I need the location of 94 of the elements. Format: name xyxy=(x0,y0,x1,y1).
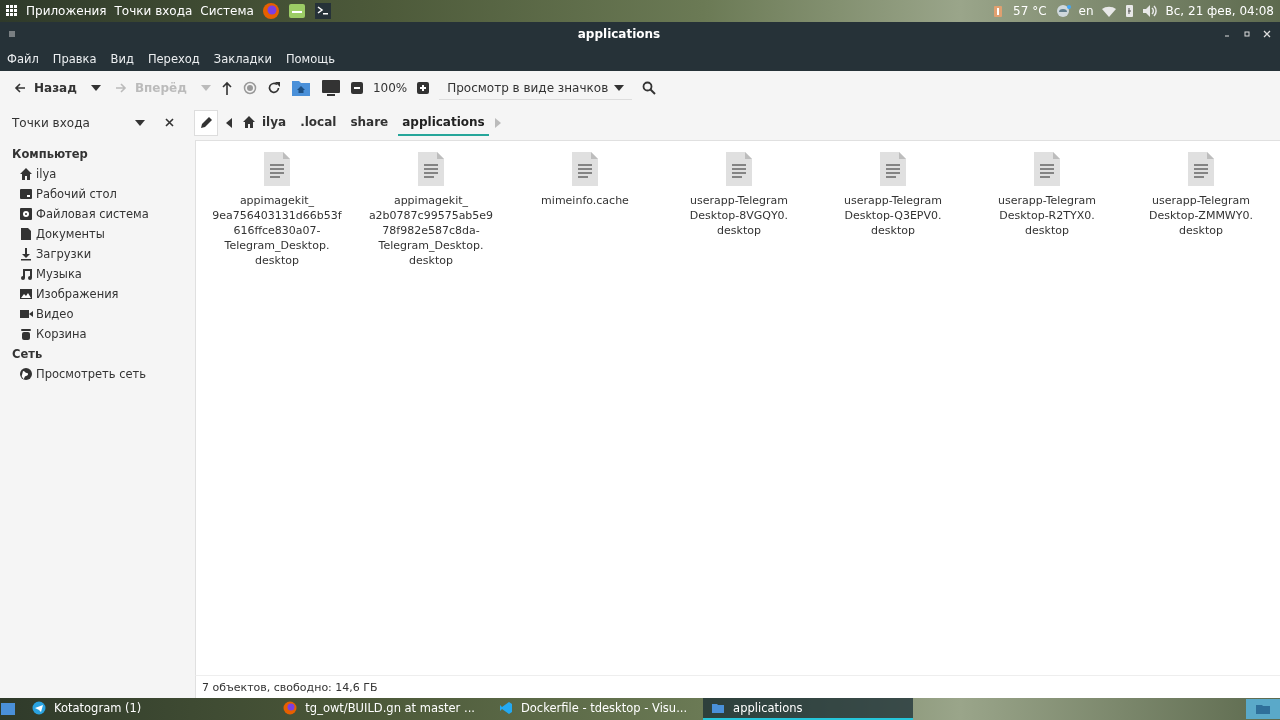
drive-icon xyxy=(19,207,33,221)
file-name[interactable]: userapp-Telegram Desktop-8VGQY0. desktop xyxy=(689,193,789,238)
code-editor-icon xyxy=(498,701,513,715)
weather-icon xyxy=(1054,4,1071,18)
document-icon xyxy=(19,227,33,241)
stop-icon[interactable] xyxy=(242,81,257,95)
pencil-icon xyxy=(199,115,213,130)
menu-item[interactable]: Правка xyxy=(52,51,97,66)
panel-menu[interactable]: Система xyxy=(200,4,254,18)
search-icon[interactable] xyxy=(642,81,657,95)
up-arrow-icon[interactable] xyxy=(220,81,233,95)
taskbar-item[interactable]: Dockerfile - tdesktop - Visu... xyxy=(490,698,696,720)
window-menu-icon[interactable] xyxy=(8,30,16,38)
path-crumb[interactable]: .local xyxy=(296,109,341,136)
firefox-icon xyxy=(283,701,298,715)
text-file-icon[interactable] xyxy=(570,151,600,187)
temperature-text: 57 °C xyxy=(1013,4,1047,18)
taskbar-item[interactable]: tg_owt/BUILD.gn at master ... xyxy=(275,698,483,720)
sidebar-mode-label: Точки входа xyxy=(12,115,91,130)
sidebar-section-header: Сеть xyxy=(11,346,44,363)
sidebar-item[interactable]: Документы xyxy=(0,224,195,244)
reload-icon[interactable] xyxy=(266,81,281,95)
path-crumb[interactable]: applications xyxy=(398,109,489,136)
panel-menu[interactable]: Точки входа xyxy=(114,4,193,18)
home-folder-icon[interactable] xyxy=(290,79,311,97)
clock: Вс, 21 фев, 04:08 xyxy=(1165,4,1274,18)
text-file-icon[interactable] xyxy=(262,151,292,187)
file-name[interactable]: userapp-Telegram Desktop-R2TYX0. desktop xyxy=(997,193,1097,238)
apps-grid-icon[interactable] xyxy=(6,5,18,17)
music-note-icon xyxy=(19,267,33,281)
sidebar-item[interactable]: Просмотреть сеть xyxy=(0,364,195,384)
firefox-icon[interactable] xyxy=(261,2,280,20)
taskbar-item[interactable]: Kotatogram (1) xyxy=(24,698,150,720)
panel-menu[interactable]: Приложения xyxy=(26,4,107,18)
volume-icon xyxy=(1141,4,1158,18)
caret-icon[interactable] xyxy=(90,85,101,91)
battery-icon xyxy=(1123,4,1134,18)
picture-icon xyxy=(19,287,33,301)
menu-item[interactable]: Помощь xyxy=(285,51,335,66)
sidebar-item[interactable]: Видео xyxy=(0,304,195,324)
home-icon xyxy=(242,114,256,129)
path-crumb[interactable]: share xyxy=(346,109,393,136)
caret-icon xyxy=(614,84,625,91)
folder-icon xyxy=(711,701,726,715)
show-desktop-icon[interactable] xyxy=(0,701,16,717)
file-name[interactable]: mimeinfo.cache xyxy=(541,193,629,208)
text-file-icon[interactable] xyxy=(724,151,754,187)
window-title: applications xyxy=(576,27,662,41)
zoom-out-icon[interactable] xyxy=(350,82,363,94)
sidebar-item[interactable]: Рабочий стол xyxy=(0,184,195,204)
video-camera-icon xyxy=(19,307,33,321)
terminal-icon[interactable] xyxy=(313,2,332,20)
caret-icon[interactable] xyxy=(135,119,145,126)
close-icon[interactable] xyxy=(165,118,174,127)
text-file-icon[interactable] xyxy=(416,151,446,187)
menu-item[interactable]: Переход xyxy=(147,51,200,66)
taskbar-item[interactable]: applications xyxy=(703,698,914,720)
telegram-icon xyxy=(32,701,46,715)
menu-item[interactable]: Файл xyxy=(7,51,39,66)
home-icon xyxy=(19,167,33,181)
back-button[interactable]: Назад xyxy=(10,79,81,97)
file-manager-icon[interactable] xyxy=(287,2,306,20)
sidebar-item[interactable]: ilya xyxy=(0,164,195,184)
zoom-in-icon[interactable] xyxy=(417,82,430,94)
text-file-icon[interactable] xyxy=(878,151,908,187)
file-name[interactable]: appimagekit_ a2b0787c99575ab5e9 78f982e587c8da- Telegram_Desktop. desktop xyxy=(368,193,494,268)
sidebar-item[interactable]: Музыка xyxy=(0,264,195,284)
desktop-folder-icon xyxy=(19,187,33,201)
text-file-icon[interactable] xyxy=(1032,151,1062,187)
file-name[interactable]: appimagekit_ 9ea756403131d66b53f 616ffce830a07- Telegram_Desktop. desktop xyxy=(212,193,342,268)
left-caret-icon[interactable] xyxy=(226,117,232,128)
view-mode-dropdown[interactable]: Просмотр в виде значков xyxy=(439,76,633,100)
trash-icon xyxy=(19,327,33,341)
sidebar-item[interactable]: Файловая система xyxy=(0,204,195,224)
download-icon xyxy=(19,247,33,261)
text-file-icon[interactable] xyxy=(1186,151,1216,187)
right-arrow-icon xyxy=(114,82,127,94)
wifi-icon xyxy=(1101,5,1116,17)
status-text: 7 объектов, свободно: 14,6 ГБ xyxy=(202,680,378,694)
file-name[interactable]: userapp-Telegram Desktop-ZMMWY0. desktop xyxy=(1149,193,1253,238)
menu-item[interactable]: Закладки xyxy=(213,51,272,66)
maximize-icon[interactable] xyxy=(1242,29,1252,39)
edit-path-button[interactable] xyxy=(194,109,218,136)
monitor-icon[interactable] xyxy=(320,79,341,97)
sidebar-item[interactable]: Корзина xyxy=(0,324,195,344)
menu-item[interactable]: Вид xyxy=(110,51,134,66)
left-arrow-icon xyxy=(14,82,26,94)
path-crumb[interactable]: ilya xyxy=(238,109,291,136)
sidebar-item[interactable]: Загрузки xyxy=(0,244,195,264)
zoom-level: 100% xyxy=(372,81,408,95)
sidebar-item[interactable]: Изображения xyxy=(0,284,195,304)
globe-icon xyxy=(19,367,33,381)
sidebar-section-header: Компьютер xyxy=(11,146,89,163)
file-name[interactable]: userapp-Telegram Desktop-Q3EPV0. desktop xyxy=(843,193,943,238)
